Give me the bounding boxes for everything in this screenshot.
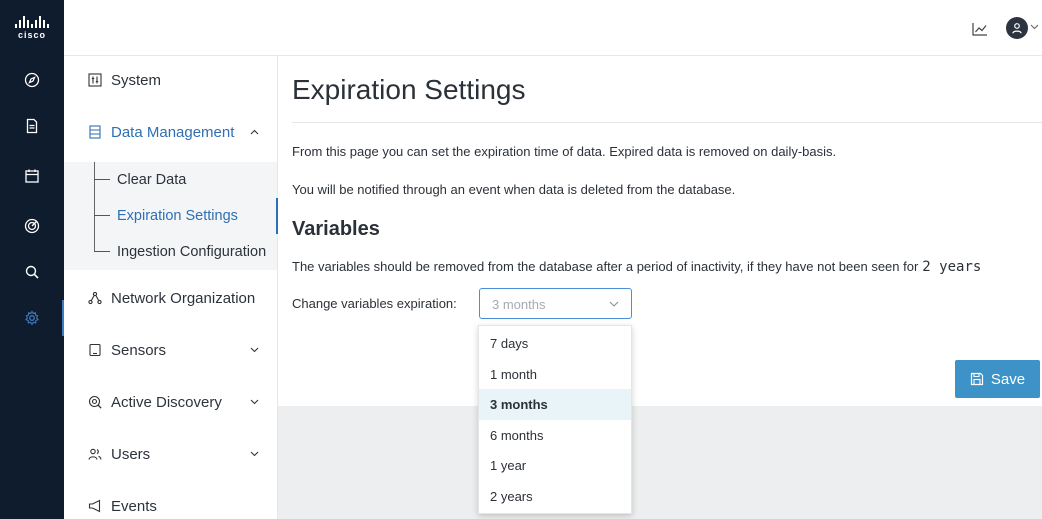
sidebar-subitem-clear-data[interactable]: Clear Data (64, 162, 277, 198)
intro-text-notification: You will be notified through an event wh… (292, 182, 736, 197)
page-title: Expiration Settings (292, 74, 526, 105)
dropdown-option-2-years[interactable]: 2 years (479, 481, 631, 512)
sidebar-subitem-label: Expiration Settings (117, 208, 238, 224)
save-button-label: Save (990, 370, 1026, 388)
dropdown-option-1-month[interactable]: 1 month (479, 359, 631, 390)
dropdown-option-1-year[interactable]: 1 year (479, 450, 631, 481)
sidebar-subitem-label: Ingestion Configuration (117, 244, 267, 260)
rail-threat-button[interactable] (0, 208, 64, 244)
megaphone-icon (88, 499, 101, 513)
radar-search-icon (88, 395, 102, 409)
rail-dashboard-button[interactable] (0, 62, 64, 98)
save-button[interactable]: Save (955, 360, 1040, 398)
sidebar-subitem-label: Clear Data (117, 172, 187, 188)
rail-reports-button[interactable] (0, 108, 64, 144)
database-icon (89, 125, 101, 139)
search-icon (25, 265, 39, 279)
sidebar-item-data-management[interactable]: Data Management (64, 114, 277, 150)
compass-icon (24, 72, 40, 88)
chevron-down-icon (250, 399, 259, 405)
network-icon (88, 291, 102, 305)
variables-description-text: The variables should be removed from the… (292, 259, 919, 274)
expiration-dropdown-menu: 7 days 1 month 3 months 6 months 1 year … (478, 325, 632, 514)
rail-admin-button[interactable] (0, 300, 65, 336)
sidebar-subitem-expiration-settings[interactable]: Expiration Settings (64, 198, 279, 234)
title-divider (292, 122, 1042, 123)
chevron-down-icon[interactable] (1030, 24, 1039, 30)
chart-icon[interactable] (972, 22, 988, 36)
sidebar-item-label: Data Management (111, 123, 235, 141)
user-avatar-button[interactable] (1006, 17, 1028, 39)
sidebar-item-label: Sensors (111, 341, 167, 359)
rail-events-button[interactable] (0, 158, 64, 194)
variables-description: The variables should be removed from the… (292, 259, 981, 275)
page-background (278, 406, 1042, 519)
sidebar-item-system[interactable]: System (64, 62, 277, 98)
sidebar-item-label: Network Organization (111, 289, 256, 307)
sidebar-item-label: Active Discovery (111, 393, 222, 411)
sidebar-subitem-ingestion-configuration[interactable]: Ingestion Configuration (64, 234, 277, 270)
chevron-down-icon (609, 301, 619, 307)
dropdown-option-6-months[interactable]: 6 months (479, 420, 631, 451)
calendar-icon (25, 169, 39, 183)
sidebar: System Data Management Clear Data Expira… (64, 56, 279, 519)
icon-rail: cisco (0, 0, 65, 519)
chevron-down-icon (250, 451, 259, 457)
dropdown-option-7-days[interactable]: 7 days (479, 328, 631, 359)
sidebar-item-label: Users (111, 445, 151, 463)
top-bar (64, 0, 1042, 56)
settings-panel: Expiration Settings From this page you c… (278, 56, 1042, 406)
rail-search-button[interactable] (0, 254, 64, 290)
sidebar-item-label: System (111, 71, 162, 89)
data-management-submenu: Clear Data Expiration Settings Ingestion… (64, 162, 279, 270)
change-variables-expiration-label: Change variables expiration: (292, 296, 457, 311)
sidebar-item-sensors[interactable]: Sensors (64, 332, 277, 368)
variables-expiration-value: 2 years (922, 259, 982, 275)
users-icon (88, 448, 102, 460)
sliders-icon (88, 73, 102, 87)
select-current-value: 3 months (492, 297, 546, 312)
user-avatar-icon (1012, 23, 1022, 34)
main-content: Expiration Settings From this page you c… (278, 56, 1042, 519)
cisco-logo: cisco (0, 10, 64, 46)
document-icon (26, 118, 38, 134)
cisco-logo-text: cisco (17, 30, 46, 40)
sidebar-item-network-organization[interactable]: Network Organization (64, 280, 277, 316)
target-icon (24, 218, 40, 234)
chevron-down-icon (250, 347, 259, 353)
chevron-up-icon (250, 129, 259, 135)
sidebar-item-label: Events (111, 497, 157, 515)
sensor-icon (89, 343, 101, 357)
sidebar-item-active-discovery[interactable]: Active Discovery (64, 384, 277, 420)
sidebar-item-users[interactable]: Users (64, 436, 277, 472)
sidebar-item-events[interactable]: Events (64, 488, 277, 519)
save-icon (970, 372, 983, 386)
variables-heading: Variables (292, 218, 380, 240)
gear-icon (25, 310, 39, 326)
variables-expiration-select[interactable]: 3 months (479, 288, 632, 319)
intro-text-expiration: From this page you can set the expiratio… (292, 144, 837, 159)
dropdown-option-3-months[interactable]: 3 months (479, 389, 631, 420)
